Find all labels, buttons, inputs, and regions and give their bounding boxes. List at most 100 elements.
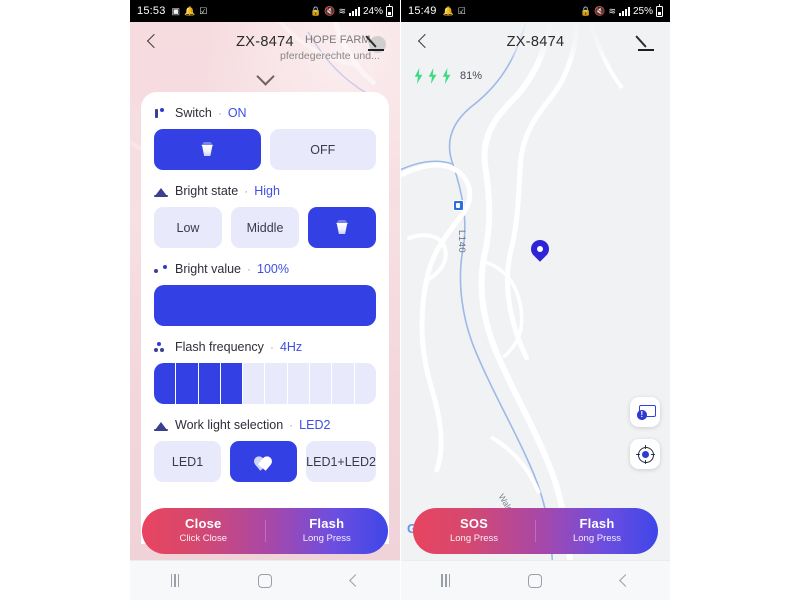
section-bright-state: Bright state · High Low Middle xyxy=(154,184,376,248)
bell-icon: 🔔 xyxy=(184,5,196,16)
mute-icon: 🔇 xyxy=(594,5,606,16)
battery-icon xyxy=(656,4,663,17)
bolt-icon xyxy=(441,68,452,84)
left-action-bar: Close Click Close Flash Long Press xyxy=(142,508,388,554)
left-nav-bar xyxy=(130,560,400,600)
lock-icon: 🔒 xyxy=(310,5,322,16)
locate-tick-right xyxy=(650,453,655,456)
work-light-option-led1[interactable]: LED1 xyxy=(154,441,222,482)
switch-options: OFF xyxy=(154,129,376,170)
locate-button[interactable] xyxy=(630,439,660,469)
pencil-icon[interactable] xyxy=(367,32,387,52)
home-icon[interactable] xyxy=(245,569,285,593)
close-button-title: Close xyxy=(185,516,222,532)
right-phone-map-screen: 15:49 🔔 ☑ 🔒 🔇 ≋ 25% ZX-8474 81% L140 G !… xyxy=(400,0,670,600)
work-light-option-led2[interactable] xyxy=(230,441,298,482)
right-action-bar: SOS Long Press Flash Long Press xyxy=(413,508,658,554)
exclamation-glyph: ! xyxy=(640,410,644,419)
flash-frequency-segment[interactable] xyxy=(354,363,376,404)
section-bright-value-label: Bright value xyxy=(175,262,242,276)
bolt-icon xyxy=(413,68,424,84)
flash-frequency-segment[interactable] xyxy=(265,363,288,404)
bright-value-slider[interactable] xyxy=(154,285,376,326)
sos-button-title: SOS xyxy=(459,516,489,532)
poi-marker-icon[interactable] xyxy=(453,200,464,211)
section-switch-label: Switch xyxy=(175,106,212,120)
flash-button-subtitle: Long Press xyxy=(302,533,351,544)
close-button-subtitle: Click Close xyxy=(179,533,227,544)
image-icon: ▣ xyxy=(171,5,181,16)
brightness-icon xyxy=(154,419,169,432)
recents-icon[interactable] xyxy=(155,569,195,593)
phone-pair: 15:53 ▣ 🔔 ☑ 🔒 🔇 ≋ 24% HOPE FARM - pferde… xyxy=(130,0,670,600)
flash-frequency-segment[interactable] xyxy=(220,363,244,404)
separator: · xyxy=(247,262,252,276)
pencil-icon[interactable] xyxy=(637,32,657,52)
location-pin-icon[interactable] xyxy=(531,240,549,264)
separator: · xyxy=(217,106,222,120)
chevron-down-icon xyxy=(258,70,272,84)
bright-state-option-low[interactable]: Low xyxy=(154,207,222,248)
page-title: ZX-8474 xyxy=(236,34,294,50)
separator: · xyxy=(269,340,274,354)
section-flash-frequency-label: Flash frequency xyxy=(175,340,264,354)
lamp-icon xyxy=(330,220,354,235)
section-bright-state-header: Bright state · High xyxy=(154,184,376,198)
flash-frequency-segment[interactable] xyxy=(243,363,266,404)
section-bright-state-value: High xyxy=(254,184,280,198)
switch-option-on[interactable] xyxy=(154,129,261,170)
flash-button-title: Flash xyxy=(579,516,615,532)
section-flash-frequency-header: Flash frequency · 4Hz xyxy=(154,340,376,354)
flash-button[interactable]: Flash Long Press xyxy=(536,516,658,545)
battery-percent-label: 25% xyxy=(632,5,653,17)
checkbox-icon: ☑ xyxy=(199,5,208,16)
signal-icon xyxy=(618,6,630,16)
bolt-icon xyxy=(427,68,438,84)
device-battery-indicator: 81% xyxy=(413,68,482,84)
flash-frequency-segment[interactable] xyxy=(310,363,333,404)
lock-icon: 🔒 xyxy=(580,5,592,16)
back-icon[interactable] xyxy=(605,569,645,593)
close-button[interactable]: Close Click Close xyxy=(142,516,265,545)
separator: · xyxy=(244,184,249,198)
home-icon[interactable] xyxy=(515,569,555,593)
status-time: 15:53 xyxy=(137,5,166,17)
status-left-icons: 🔔 ☑ xyxy=(443,6,466,16)
work-light-options: LED1 LED1+LED2 xyxy=(154,441,376,482)
flash-frequency-segment[interactable] xyxy=(332,363,355,404)
flash-button[interactable]: Flash Long Press xyxy=(266,516,389,545)
collapse-handle[interactable] xyxy=(130,62,400,92)
bright-state-options: Low Middle xyxy=(154,207,376,248)
alert-card-button[interactable]: ! xyxy=(630,397,660,427)
wifi-icon: ≋ xyxy=(338,5,346,16)
flash-frequency-segment[interactable] xyxy=(176,363,199,404)
work-light-option-led1-led2[interactable]: LED1+LED2 xyxy=(306,441,376,482)
back-button[interactable] xyxy=(143,33,161,51)
back-icon[interactable] xyxy=(335,569,375,593)
map-road-label: L140 xyxy=(456,230,467,254)
flash-frequency-segment[interactable] xyxy=(198,363,221,404)
status-left-icons: ▣ 🔔 ☑ xyxy=(171,5,208,16)
flash-frequency-segment[interactable] xyxy=(154,363,177,404)
battery-icon xyxy=(386,4,393,17)
switch-option-off[interactable]: OFF xyxy=(269,129,376,170)
section-bright-value-value: 100% xyxy=(257,262,289,276)
alert-card-icon: ! xyxy=(636,405,656,420)
flash-button-title: Flash xyxy=(309,516,345,532)
bright-state-option-middle[interactable]: Middle xyxy=(231,207,299,248)
page-title: ZX-8474 xyxy=(506,34,565,50)
screenshot-stage: 15:53 ▣ 🔔 ☑ 🔒 🔇 ≋ 24% HOPE FARM - pferde… xyxy=(0,0,800,600)
wifi-icon: ≋ xyxy=(608,5,616,16)
bright-state-option-high[interactable] xyxy=(308,207,376,248)
status-right-icons: 🔒 🔇 ≋ 25% xyxy=(580,4,663,17)
flash-frequency-slider[interactable] xyxy=(154,363,376,404)
section-flash-frequency-value: 4Hz xyxy=(279,340,303,354)
separator: · xyxy=(289,418,294,432)
flash-frequency-segment[interactable] xyxy=(287,363,311,404)
battery-percent-label: 24% xyxy=(362,5,383,17)
right-header: ZX-8474 xyxy=(401,22,670,62)
recents-icon[interactable] xyxy=(426,569,466,593)
sos-button[interactable]: SOS Long Press xyxy=(413,516,535,545)
section-work-light-header: Work light selection · LED2 xyxy=(154,418,376,432)
status-right-icons: 🔒 🔇 ≋ 24% xyxy=(310,4,393,17)
